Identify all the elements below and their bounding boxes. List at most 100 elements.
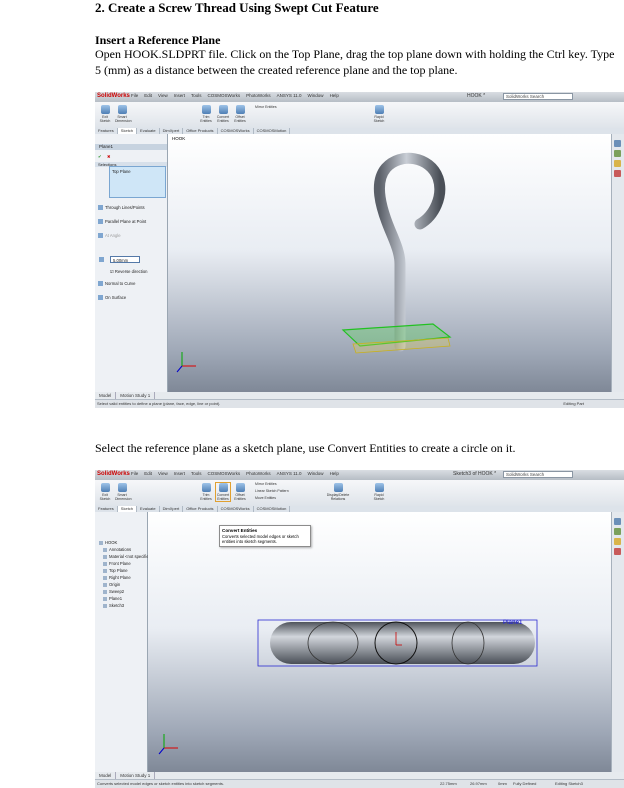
view-palette-icon[interactable] — [614, 548, 621, 555]
trim-entities-button[interactable]: Trim Entities — [199, 483, 213, 501]
relations-button[interactable]: Display/Delete Relations — [323, 483, 353, 501]
tree-item-top-plane[interactable]: Top Plane — [103, 568, 128, 574]
cancel-icon[interactable]: ✖ — [107, 153, 111, 160]
offset-icon — [235, 105, 245, 114]
menu-edit[interactable]: Edit — [144, 93, 152, 98]
document-name: HOOK * — [467, 93, 486, 99]
tree-item-right-plane[interactable]: Right Plane — [103, 575, 131, 581]
search-input[interactable]: SolidWorks Search — [503, 93, 573, 100]
instruction-paragraph: Open HOOK.SLDPRT file. Click on the Top … — [95, 47, 615, 77]
tree-item-annotations[interactable]: Annotations — [103, 547, 131, 553]
convert-entities-button[interactable]: Convert Entities — [216, 105, 230, 123]
menu-view[interactable]: View — [158, 93, 168, 98]
option-parallel-plane[interactable]: Parallel Plane at Point — [98, 218, 146, 225]
menu-view[interactable]: View — [158, 471, 168, 476]
plane-icon — [103, 575, 107, 580]
menu-insert[interactable]: Insert — [174, 93, 185, 98]
triad-icon — [176, 352, 196, 373]
distance-field[interactable]: 5.00mm — [110, 256, 140, 263]
dimension-icon — [117, 105, 127, 114]
tree-item-hook[interactable]: HOOK — [99, 540, 117, 546]
status-message: Select valid entities to define a plane … — [97, 401, 221, 406]
search-input[interactable]: SolidWorks Search — [503, 471, 573, 478]
normal-curve-icon — [98, 281, 103, 287]
task-pane — [611, 512, 624, 772]
menu-help[interactable]: Help — [330, 471, 339, 476]
surface-icon — [98, 295, 103, 301]
option-at-angle[interactable]: At Angle — [98, 232, 121, 239]
menu-help[interactable]: Help — [330, 93, 339, 98]
rapid-sketch-button[interactable]: Rapid Sketch — [372, 483, 386, 501]
tree-item-material[interactable]: Material <not specified> — [103, 554, 153, 560]
smart-dimension-button[interactable]: Smart Dimension — [115, 105, 132, 123]
resources-icon[interactable] — [614, 140, 621, 147]
library-icon[interactable] — [614, 150, 621, 157]
tree-item-sketch3[interactable]: Sketch3 — [103, 603, 124, 609]
menu-file[interactable]: File — [131, 471, 138, 476]
rapid-sketch-icon — [374, 483, 384, 492]
panel-title: Plane1 — [95, 144, 167, 150]
sketch-icon — [103, 603, 107, 608]
menu-file[interactable]: File — [131, 93, 138, 98]
status-y: 26.97mm — [470, 781, 487, 786]
tooltip-text: Converts selected model edges or sketch … — [222, 534, 299, 544]
hook-model — [176, 152, 452, 373]
smart-dimension-button[interactable]: Smart Dimension — [115, 483, 132, 501]
tree-item-plane1[interactable]: Plane1 — [103, 596, 122, 602]
relations-icon — [333, 483, 343, 492]
menu-cosmosworks[interactable]: COSMOSWorks — [208, 471, 241, 476]
hook-top-view — [158, 619, 538, 755]
material-icon — [103, 554, 107, 559]
option-on-surface[interactable]: On Surface — [98, 294, 126, 301]
offset-entities-button[interactable]: Offset Entities — [233, 105, 247, 123]
status-bar: Select valid entities to define a plane … — [95, 399, 624, 408]
rapid-sketch-button[interactable]: Rapid Sketch — [372, 105, 386, 123]
selection-list[interactable]: Top Plane — [109, 166, 166, 198]
file-explorer-icon[interactable] — [614, 160, 621, 167]
mirror-entities-button[interactable]: Mirror Entities — [255, 105, 295, 123]
ok-icon[interactable]: ✔ — [98, 153, 102, 160]
menu-window[interactable]: Window — [308, 93, 324, 98]
graphics-area[interactable]: HOOK — [168, 134, 612, 392]
convert-icon — [218, 105, 228, 114]
menu-cosmosworks[interactable]: COSMOSWorks — [208, 93, 241, 98]
view-palette-icon[interactable] — [614, 170, 621, 177]
library-icon[interactable] — [614, 528, 621, 535]
menu-photoworks[interactable]: PhotoWorks — [246, 471, 270, 476]
tooltip-title: Convert Entities — [222, 528, 258, 533]
menu-insert[interactable]: Insert — [174, 471, 185, 476]
angle-icon — [98, 233, 103, 239]
app-logo: SolidWorks — [97, 471, 130, 477]
menu-window[interactable]: Window — [308, 471, 324, 476]
plane-icon — [103, 596, 107, 601]
option-through-lines[interactable]: Through Lines/Points — [98, 204, 145, 211]
offset-entities-button[interactable]: Offset Entities — [233, 483, 247, 501]
menu-edit[interactable]: Edit — [144, 471, 152, 476]
menu-tools[interactable]: Tools — [191, 471, 202, 476]
status-x: 22.75mm — [440, 781, 457, 786]
exit-sketch-button[interactable]: Exit Sketch — [98, 483, 112, 501]
resources-icon[interactable] — [614, 518, 621, 525]
menu-tools[interactable]: Tools — [191, 93, 202, 98]
menu-ansys[interactable]: ANSYS 11.0 — [277, 471, 302, 476]
menu-photoworks[interactable]: PhotoWorks — [246, 93, 270, 98]
trim-entities-button[interactable]: Trim Entities — [199, 105, 213, 123]
convert-entities-button[interactable]: Convert Entities — [215, 482, 231, 502]
parallel-plane-icon — [98, 219, 103, 225]
convert-entities-tooltip: Convert Entities Converts selected model… — [219, 525, 311, 547]
exit-sketch-button[interactable]: Exit Sketch — [98, 105, 112, 123]
status-bar: Converts selected model edges or sketch … — [95, 779, 624, 788]
instruction-paragraph-2: Select the reference plane as a sketch p… — [95, 441, 516, 455]
graphics-area[interactable]: Plane1 — [148, 512, 612, 772]
status-mode: Editing Sketch3 — [555, 781, 583, 786]
tree-item-origin[interactable]: Origin — [103, 582, 120, 588]
tree-item-front-plane[interactable]: Front Plane — [103, 561, 131, 567]
section-heading: 2. Create a Screw Thread Using Swept Cut… — [95, 0, 379, 15]
reverse-direction-checkbox[interactable]: ☑ Reverse direction — [110, 268, 148, 275]
menu-ansys[interactable]: ANSYS 11.0 — [277, 93, 302, 98]
tree-item-sweep[interactable]: Sweep2 — [103, 589, 124, 595]
file-explorer-icon[interactable] — [614, 538, 621, 545]
option-normal-to-curve[interactable]: Normal to Curve — [98, 280, 135, 287]
sketch-icon — [100, 483, 110, 492]
feature-tree: HOOK Annotations Material <not specified… — [95, 512, 153, 772]
